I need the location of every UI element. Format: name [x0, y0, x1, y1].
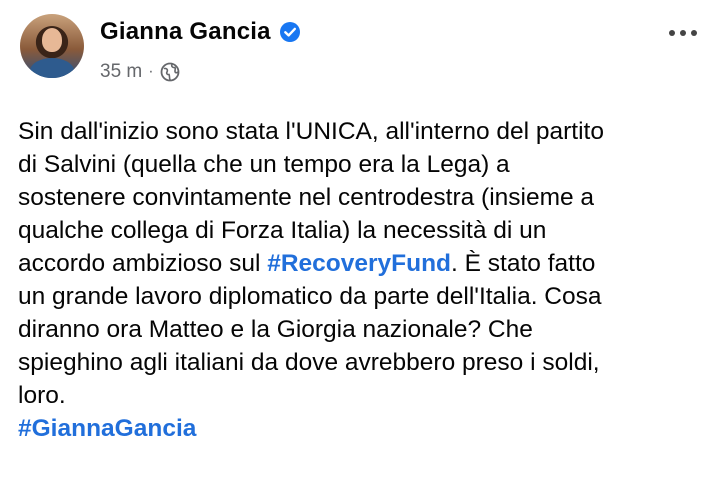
hashtag-recoveryfund-link[interactable]: #RecoveryFund — [267, 250, 451, 277]
post-meta: 35 m · — [100, 61, 180, 83]
hashtag-giannagancia-link[interactable]: #GiannaGancia — [18, 415, 196, 442]
avatar-face — [42, 28, 62, 52]
more-dots-icon — [680, 30, 686, 36]
post-line: #GiannaGancia — [18, 412, 708, 445]
facebook-post: Gianna Gancia 35 m · Sin dall'inizio son… — [0, 0, 719, 484]
post-text: Sin dall'inizio sono stata l'UNICA, all'… — [18, 115, 708, 445]
post-line: qualche collega di Forza Italia) la nece… — [18, 217, 547, 244]
post-timestamp[interactable]: 35 m — [100, 61, 142, 83]
post-text-fragment: accordo ambizioso sul — [18, 250, 268, 277]
meta-separator: · — [148, 63, 154, 80]
post-line: diranno ora Matteo e la Giorgia nazional… — [18, 316, 533, 343]
author-avatar[interactable] — [20, 14, 84, 78]
verified-badge-icon — [279, 21, 301, 43]
avatar-shirt — [30, 58, 74, 78]
post-line: un grande lavoro diplomatico da parte de… — [18, 283, 602, 310]
post-text-fragment: . È stato fatto — [451, 250, 596, 277]
author-header: Gianna Gancia — [100, 18, 301, 46]
author-name[interactable]: Gianna Gancia — [100, 18, 271, 46]
more-dots-icon — [669, 30, 675, 36]
more-options-button[interactable] — [669, 30, 697, 36]
post-line: accordo ambizioso sul #RecoveryFund. È s… — [18, 247, 708, 280]
post-line: di Salvini (quella che un tempo era la L… — [18, 151, 510, 178]
post-line: loro. — [18, 382, 66, 409]
post-line: Sin dall'inizio sono stata l'UNICA, all'… — [18, 118, 604, 145]
globe-icon[interactable] — [160, 62, 180, 82]
more-dots-icon — [691, 30, 697, 36]
post-line: spieghino agli italiani da dove avrebber… — [18, 349, 600, 376]
post-line: sostenere convintamente nel centrodestra… — [18, 184, 595, 211]
